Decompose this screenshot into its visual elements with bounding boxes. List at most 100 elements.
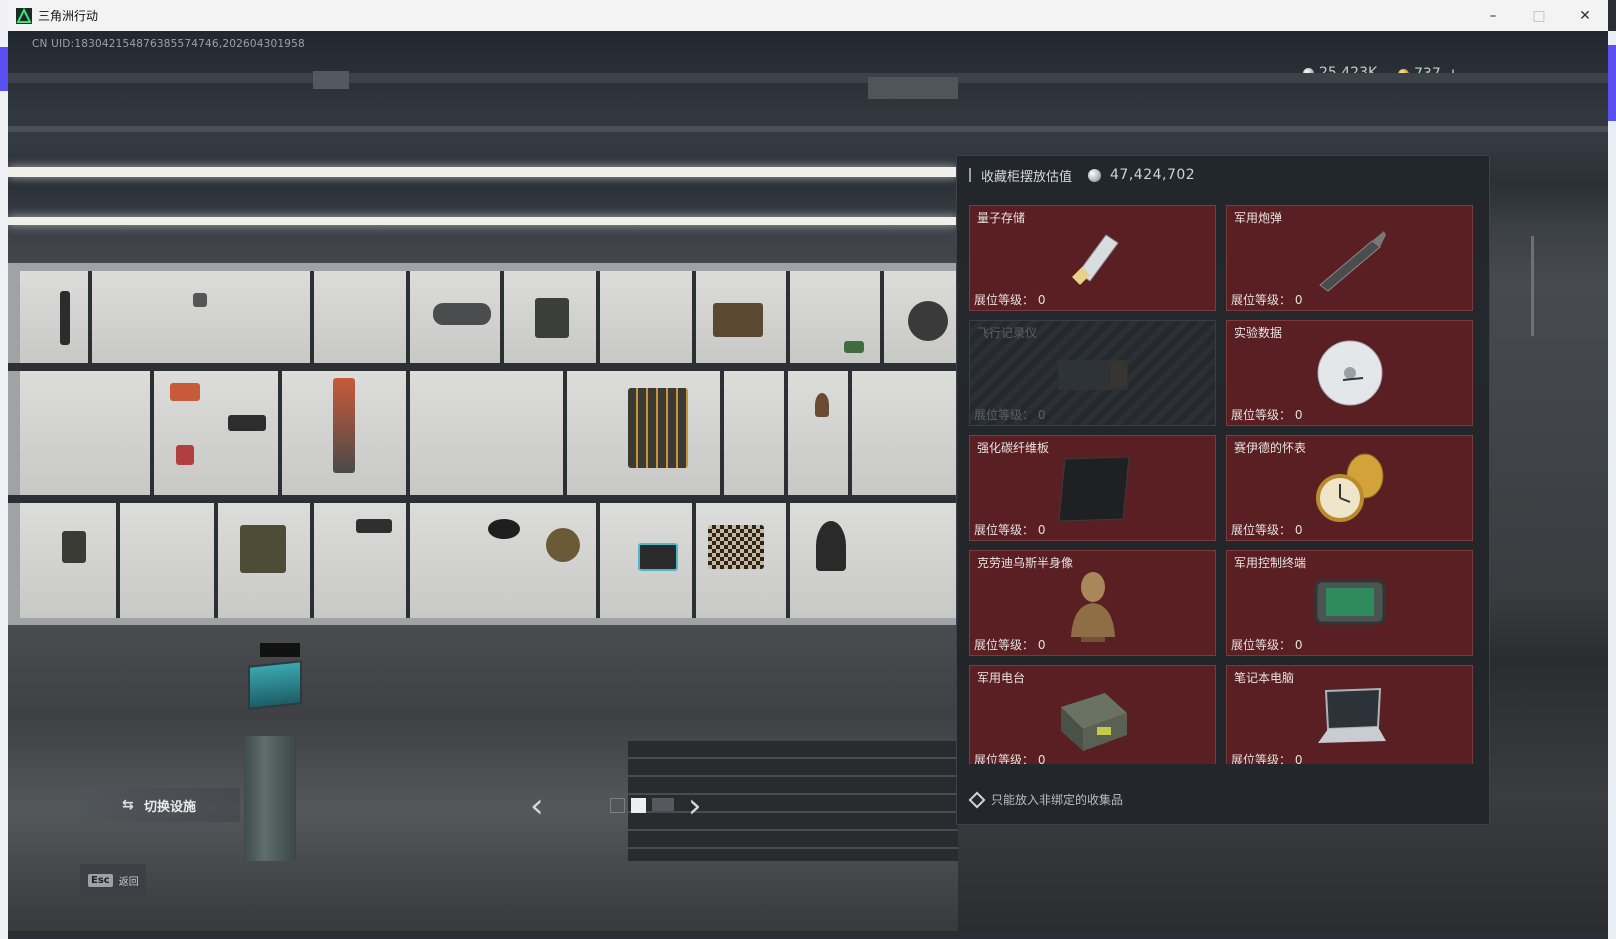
collection-card[interactable]: 军用炮弹 展位等级： 0 xyxy=(1226,205,1473,311)
ceiling-beam xyxy=(8,73,1608,83)
chessboard-display xyxy=(708,525,764,569)
ceiling-beam xyxy=(8,126,1608,132)
carbon-plate-icon xyxy=(1057,456,1130,522)
terminal-base xyxy=(244,736,296,861)
collection-card[interactable]: 军用电台 展位等级： 0 xyxy=(969,665,1216,764)
laptop-icon xyxy=(1317,687,1386,743)
card-level: 展位等级： 0 xyxy=(1231,293,1303,307)
collection-card[interactable]: 实验数据 展位等级： 0 xyxy=(1226,320,1473,426)
collection-card[interactable]: 笔记本电脑 展位等级： 0 xyxy=(1226,665,1473,764)
drone-display xyxy=(433,303,491,325)
backpack-display xyxy=(535,298,569,338)
gramophone-display xyxy=(816,521,846,571)
light-strip xyxy=(8,217,958,225)
panel-footer: 只能放入非绑定的收集品 xyxy=(968,791,1123,808)
prev-page-button[interactable]: ‹ xyxy=(530,789,544,823)
shelf-divider xyxy=(848,371,852,495)
collection-card[interactable]: 克劳迪乌斯半身像 展位等级： 0 xyxy=(969,550,1216,656)
collection-card-locked[interactable]: 飞行记录仪 展位等级： 0 xyxy=(969,320,1216,426)
shelf-divider xyxy=(310,271,314,363)
shelf-divider xyxy=(692,503,696,618)
card-level: 展位等级： 0 xyxy=(1231,408,1303,422)
display-item xyxy=(228,415,266,431)
card-level: 展位等级： 0 xyxy=(1231,638,1303,652)
collection-panel: 收藏柜摆放估值 47,424,702 量子存储 展位等级： 0 军用炮弹 展位等… xyxy=(956,155,1490,825)
rifle-display xyxy=(60,291,70,345)
page-dot-active[interactable] xyxy=(631,798,646,813)
window-title: 三角洲行动 xyxy=(38,9,99,23)
card-level: 展位等级： 0 xyxy=(974,638,1046,652)
panel-title: 收藏柜摆放估值 xyxy=(981,169,1073,185)
display-item xyxy=(170,383,200,401)
shelf-divider xyxy=(310,503,314,618)
right-desktop-edge xyxy=(1608,31,1616,939)
next-page-button[interactable]: › xyxy=(688,789,702,823)
app-logo-icon xyxy=(16,7,32,24)
terminal-screen xyxy=(248,660,302,710)
back-button[interactable]: Esc 返回 xyxy=(80,864,146,896)
left-desktop-edge xyxy=(0,0,8,939)
disc-icon xyxy=(1317,340,1382,406)
card-name: 强化碳纤维板 xyxy=(977,441,1050,455)
card-level: 展位等级： 0 xyxy=(1231,753,1303,764)
display-item xyxy=(638,543,678,571)
terminal-sign xyxy=(260,643,300,657)
card-level: 展位等级： 0 xyxy=(974,523,1046,537)
close-button[interactable]: ✕ xyxy=(1562,0,1608,31)
display-item xyxy=(844,341,864,353)
vacuum-display xyxy=(333,378,355,473)
shelf-divider xyxy=(596,503,600,618)
silver-coin-icon xyxy=(1088,168,1102,182)
crate-display xyxy=(628,388,688,468)
page-dot[interactable] xyxy=(652,798,674,811)
uid-label: CN UID:18304215487638557474​6,2026043019… xyxy=(32,38,305,50)
panel-scrollbar[interactable] xyxy=(1531,236,1534,336)
usb-drive-icon xyxy=(1071,234,1119,285)
shelf-divider xyxy=(406,271,410,363)
game-viewport: CN UID:18304215487638557474​6,2026043019… xyxy=(8,31,1608,931)
projector-display xyxy=(908,301,948,341)
shelf-divider xyxy=(720,371,724,495)
ceiling-fixture xyxy=(868,77,958,99)
display-item xyxy=(176,445,194,465)
switch-facility-label: 切换设施 xyxy=(144,799,197,815)
bust-icon xyxy=(1070,572,1115,642)
shelf-divider xyxy=(214,503,218,618)
shelf-divider xyxy=(784,371,788,495)
collection-wall xyxy=(8,263,958,625)
display-item xyxy=(193,293,207,307)
header-accent xyxy=(969,168,971,182)
case-display xyxy=(713,303,763,337)
light-strip xyxy=(8,167,958,177)
collection-card[interactable]: 军用控制终端 展位等级： 0 xyxy=(1226,550,1473,656)
page-dot[interactable] xyxy=(610,798,625,813)
card-name: 军用控制终端 xyxy=(1234,556,1307,570)
shelf-divider xyxy=(278,371,282,495)
back-label: 返回 xyxy=(118,876,139,888)
maximize-button[interactable]: □ xyxy=(1516,0,1562,31)
card-level: 展位等级： 0 xyxy=(974,753,1046,764)
shelf-divider xyxy=(8,363,958,371)
window-titlebar: 三角洲行动 – □ ✕ xyxy=(8,0,1608,32)
card-level: 展位等级： 0 xyxy=(974,293,1046,307)
display-item xyxy=(546,528,580,562)
collection-card[interactable]: 强化碳纤维板 展位等级： 0 xyxy=(969,435,1216,541)
collection-card[interactable]: 赛伊德的怀表 展位等级： 0 xyxy=(1226,435,1473,541)
desktop-accent xyxy=(1608,45,1616,121)
panel-value: 47,424,702 xyxy=(1110,167,1196,183)
card-name: 笔记本电脑 xyxy=(1234,671,1295,685)
shelf-divider xyxy=(786,271,790,363)
page-indicator xyxy=(610,798,674,813)
shelf-divider xyxy=(563,371,567,495)
panel-header: 收藏柜摆放估值 47,424,702 xyxy=(969,164,1195,186)
radio-icon xyxy=(1060,693,1127,751)
card-level: 展位等级： 0 xyxy=(1231,523,1303,537)
collection-card[interactable]: 量子存储 展位等级： 0 xyxy=(969,205,1216,311)
terminal-station xyxy=(240,641,302,861)
minimize-button[interactable]: – xyxy=(1470,0,1516,31)
switch-facility-button[interactable]: ⇆ 切换设施 xyxy=(80,788,240,822)
card-name: 实验数据 xyxy=(1234,326,1283,340)
shelf-divider xyxy=(880,271,884,363)
ceiling-fixture xyxy=(313,71,349,89)
control-terminal-icon xyxy=(1314,579,1385,625)
